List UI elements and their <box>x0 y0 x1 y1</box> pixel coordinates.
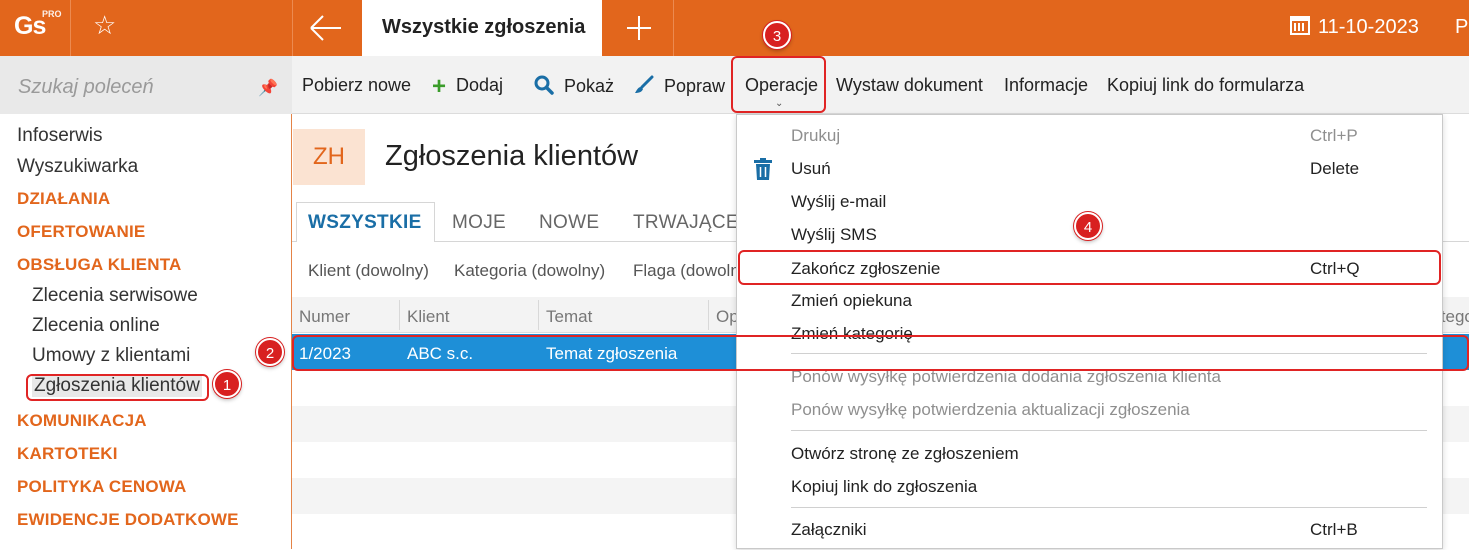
annotation-badge-4: 4 <box>1074 212 1102 240</box>
favorites-area: ☆ <box>70 0 292 56</box>
column-divider[interactable] <box>708 300 709 330</box>
menu-item-delete[interactable]: Usuń <box>791 159 831 179</box>
plus-icon: + <box>432 73 447 100</box>
tab-all-requests[interactable]: Wszystkie zgłoszenia <box>362 0 602 56</box>
column-header-numer[interactable]: Numer <box>299 307 350 327</box>
sidebar-item-zlecenia-serwisowe[interactable]: Zlecenia serwisowe <box>32 285 198 307</box>
column-divider[interactable] <box>538 300 539 330</box>
tab-label: Wszystkie zgłoszenia <box>382 16 586 38</box>
column-header-temat[interactable]: Temat <box>546 307 592 327</box>
sidebar-section-dzialania[interactable]: DZIAŁANIA <box>17 189 110 209</box>
page-title: Zgłoszenia klientów <box>385 140 639 172</box>
menu-item-send-email[interactable]: Wyślij e-mail <box>791 192 886 212</box>
tab-wszystkie[interactable]: WSZYSTKIE <box>308 212 422 234</box>
menu-item-print[interactable]: Drukuj <box>791 126 840 146</box>
arrow-left-icon <box>310 15 341 41</box>
app-logo[interactable]: Gs PRO <box>0 0 70 56</box>
edit-button[interactable]: Popraw <box>634 75 725 100</box>
highlight-operations-button <box>731 56 826 113</box>
highlight-close-request <box>738 250 1441 285</box>
module-badge: ZH <box>293 129 365 185</box>
sidebar-section-ewidencje[interactable]: EWIDENCJE DODATKOWE <box>17 510 239 530</box>
logo-text: Gs <box>14 12 46 40</box>
calendar-icon <box>1290 16 1310 35</box>
search-placeholder: Szukaj poleceń <box>18 76 154 98</box>
show-label: Pokaż <box>564 76 615 96</box>
sidebar-section-polityka-cenowa[interactable]: POLITYKA CENOWA <box>17 477 187 497</box>
sidebar-item-infoserwis[interactable]: Infoserwis <box>17 125 103 147</box>
sidebar: Szukaj poleceń 📌 Infoserwis Wyszukiwarka… <box>0 56 292 549</box>
operations-dropdown: Drukuj Ctrl+P Usuń Delete Wyślij e-mail … <box>736 114 1443 549</box>
info-button[interactable]: Informacje <box>1004 75 1088 96</box>
highlight-table-row <box>292 335 1469 371</box>
tab-trwajace[interactable]: TRWAJĄCE <box>633 212 739 234</box>
sidebar-item-wyszukiwarka[interactable]: Wyszukiwarka <box>17 156 138 178</box>
menu-item-copy-request-link[interactable]: Kopiuj link do zgłoszenia <box>791 477 977 497</box>
annotation-badge-3: 3 <box>763 21 791 49</box>
trash-icon <box>753 158 773 185</box>
sidebar-section-kartoteki[interactable]: KARTOTEKI <box>17 444 118 464</box>
annotation-badge-1: 1 <box>213 370 241 398</box>
show-button[interactable]: Pokaż <box>534 75 614 100</box>
tab-moje[interactable]: MOJE <box>452 212 506 234</box>
shortcut-delete: Delete <box>1310 159 1360 178</box>
brush-icon <box>634 75 654 100</box>
shortcut-attachments: Ctrl+B <box>1310 520 1358 539</box>
logo-badge: PRO <box>42 9 62 19</box>
client-filter[interactable]: Klient (dowolny) <box>308 261 429 281</box>
command-search[interactable]: Szukaj poleceń 📌 <box>0 56 292 114</box>
toolbar: Pobierz nowe + Dodaj Pokaż Popraw Operacj… <box>292 56 1469 114</box>
sidebar-section-obsluga-klienta[interactable]: OBSŁUGA KLIENTA <box>17 255 182 275</box>
menu-item-resend-update-confirmation[interactable]: Ponów wysyłkę potwierdzenia aktualizacji… <box>791 400 1190 420</box>
copy-form-link-button[interactable]: Kopiuj link do formularza <box>1107 75 1304 96</box>
sidebar-item-zlecenia-online[interactable]: Zlecenia online <box>32 315 160 337</box>
pin-icon[interactable]: 📌 <box>258 78 278 98</box>
sidebar-item-umowy[interactable]: Umowy z klientami <box>32 345 190 367</box>
menu-item-open-request-page[interactable]: Otwórz stronę ze zgłoszeniem <box>791 444 1019 464</box>
menu-item-send-sms[interactable]: Wyślij SMS <box>791 225 877 245</box>
sidebar-section-ofertowanie[interactable]: OFERTOWANIE <box>17 222 145 242</box>
search-icon <box>534 75 554 100</box>
add-label: Dodaj <box>456 75 504 95</box>
tab-nowe[interactable]: NOWE <box>539 212 599 234</box>
add-button[interactable]: + Dodaj <box>432 73 504 100</box>
menu-item-change-owner[interactable]: Zmień opiekuna <box>791 291 912 311</box>
edit-label: Popraw <box>664 76 726 96</box>
user-menu[interactable]: P( <box>1455 16 1469 39</box>
menu-item-attachments[interactable]: Załączniki <box>791 520 867 540</box>
category-filter[interactable]: Kategoria (dowolny) <box>454 261 605 281</box>
menu-separator <box>791 507 1427 508</box>
annotation-badge-2: 2 <box>256 338 284 366</box>
top-bar: Gs PRO ☆ Wszystkie zgłoszenia 11-10-2023… <box>0 0 1469 56</box>
plus-icon <box>627 16 651 40</box>
highlight-sidebar-item <box>26 374 209 401</box>
date-display[interactable]: 11-10-2023 <box>1290 16 1419 39</box>
shortcut-print: Ctrl+P <box>1310 126 1358 145</box>
issue-document-button[interactable]: Wystaw dokument <box>836 75 983 96</box>
new-tab-button[interactable] <box>602 0 674 56</box>
fetch-new-button[interactable]: Pobierz nowe <box>302 75 411 96</box>
back-button[interactable] <box>292 0 362 56</box>
star-icon[interactable]: ☆ <box>93 12 116 38</box>
column-header-klient[interactable]: Klient <box>407 307 450 327</box>
menu-separator <box>791 430 1427 431</box>
date-text: 11-10-2023 <box>1318 16 1419 38</box>
sidebar-section-komunikacja[interactable]: KOMUNIKACJA <box>17 411 147 431</box>
column-divider[interactable] <box>399 300 400 330</box>
